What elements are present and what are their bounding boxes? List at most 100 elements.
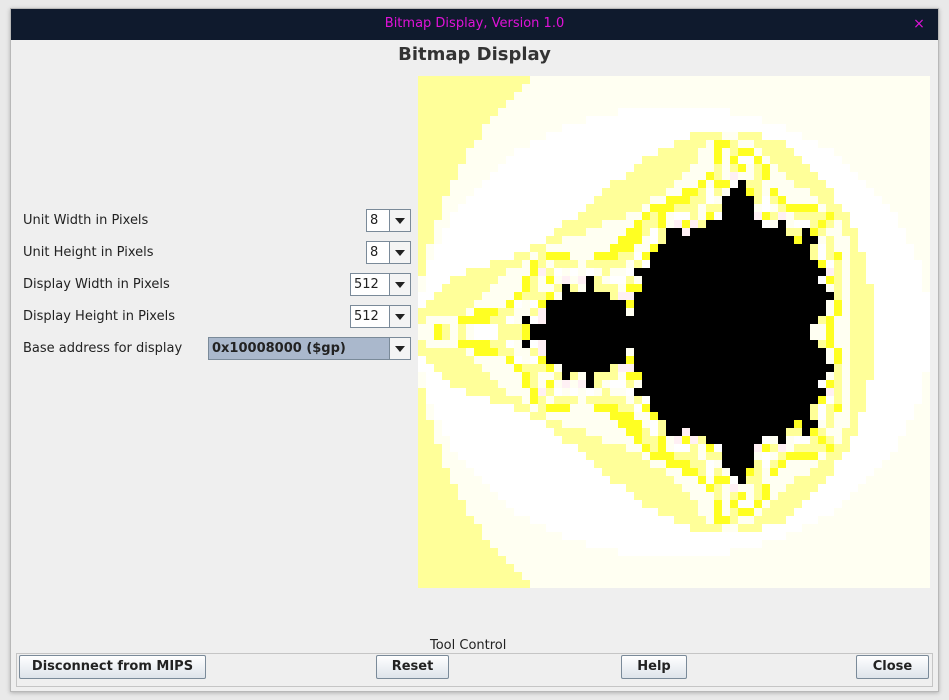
bitmap-pixel [490,444,498,452]
bitmap-pixel [698,476,706,484]
display-width-select[interactable]: 512 [350,273,411,296]
close-icon[interactable]: × [910,15,928,33]
bitmap-pixel [754,140,762,148]
bitmap-pixel [842,308,850,316]
bitmap-pixel [834,268,842,276]
bitmap-pixel [778,228,786,236]
bitmap-pixel [794,548,802,556]
bitmap-pixel [442,524,450,532]
bitmap-pixel [426,532,434,540]
bitmap-pixel [746,172,754,180]
chevron-down-icon[interactable] [389,210,410,231]
bitmap-pixel [874,172,882,180]
bitmap-pixel [514,500,522,508]
chevron-down-icon[interactable] [389,306,410,327]
bitmap-pixel [602,460,610,468]
bitmap-pixel [426,364,434,372]
bitmap-pixel [666,300,674,308]
bitmap-pixel [530,252,538,260]
help-button[interactable]: Help [621,655,687,679]
bitmap-pixel [586,580,594,588]
bitmap-pixel [442,236,450,244]
disconnect-button[interactable]: Disconnect from MIPS [19,655,206,679]
bitmap-pixel [714,196,722,204]
bitmap-pixel [826,292,834,300]
bitmap-pixel [474,404,482,412]
bitmap-pixel [794,244,802,252]
bitmap-pixel [554,108,562,116]
bitmap-pixel [602,484,610,492]
bitmap-pixel [674,516,682,524]
bitmap-pixel [522,148,530,156]
bitmap-pixel [770,364,778,372]
bitmap-pixel [706,572,714,580]
bitmap-pixel [682,244,690,252]
bitmap-pixel [538,220,546,228]
bitmap-pixel [602,228,610,236]
bitmap-pixel [562,244,570,252]
bitmap-pixel [658,532,666,540]
bitmap-pixel [754,332,762,340]
bitmap-pixel [658,84,666,92]
bitmap-pixel [834,524,842,532]
bitmap-pixel [730,460,738,468]
bitmap-pixel [778,164,786,172]
bitmap-pixel [578,572,586,580]
bitmap-pixel [874,388,882,396]
bitmap-pixel [442,228,450,236]
bitmap-pixel [882,220,890,228]
bitmap-pixel [642,396,650,404]
bitmap-pixel [658,148,666,156]
bitmap-pixel [458,484,466,492]
bitmap-pixel [810,268,818,276]
close-button[interactable]: Close [856,655,929,679]
bitmap-pixel [906,380,914,388]
bitmap-pixel [570,148,578,156]
bitmap-pixel [738,236,746,244]
bitmap-pixel [474,356,482,364]
bitmap-pixel [882,412,890,420]
bitmap-pixel [466,188,474,196]
bitmap-pixel [650,300,658,308]
bitmap-pixel [922,124,930,132]
reset-button[interactable]: Reset [376,655,449,679]
bitmap-pixel [890,292,898,300]
bitmap-pixel [762,92,770,100]
bitmap-pixel [818,180,826,188]
bitmap-pixel [610,300,618,308]
bitmap-pixel [602,404,610,412]
bitmap-pixel [922,364,930,372]
bitmap-pixel [674,380,682,388]
title-bar[interactable]: Bitmap Display, Version 1.0 × [11,9,938,40]
bitmap-pixel [450,468,458,476]
chevron-down-icon[interactable] [389,274,410,295]
chevron-down-icon[interactable] [389,242,410,263]
bitmap-pixel [706,468,714,476]
bitmap-pixel [554,228,562,236]
bitmap-pixel [698,532,706,540]
bitmap-pixel [698,372,706,380]
base-address-select[interactable]: 0x10008000 ($gp) [208,337,411,360]
bitmap-pixel [626,308,634,316]
bitmap-pixel [914,220,922,228]
bitmap-pixel [442,244,450,252]
bitmap-pixel [834,476,842,484]
bitmap-pixel [442,292,450,300]
bitmap-pixel [722,180,730,188]
chevron-down-icon[interactable] [389,338,410,359]
bitmap-pixel [674,564,682,572]
display-height-select[interactable]: 512 [350,305,411,328]
unit-height-select[interactable]: 8 [366,241,411,264]
bitmap-pixel [882,204,890,212]
bitmap-pixel [922,292,930,300]
bitmap-pixel [498,476,506,484]
bitmap-pixel [786,196,794,204]
bitmap-pixel [722,412,730,420]
unit-width-select[interactable]: 8 [366,209,411,232]
bitmap-pixel [610,124,618,132]
bitmap-pixel [770,204,778,212]
bitmap-pixel [530,308,538,316]
bitmap-pixel [674,572,682,580]
bitmap-pixel [618,348,626,356]
bitmap-pixel [834,220,842,228]
